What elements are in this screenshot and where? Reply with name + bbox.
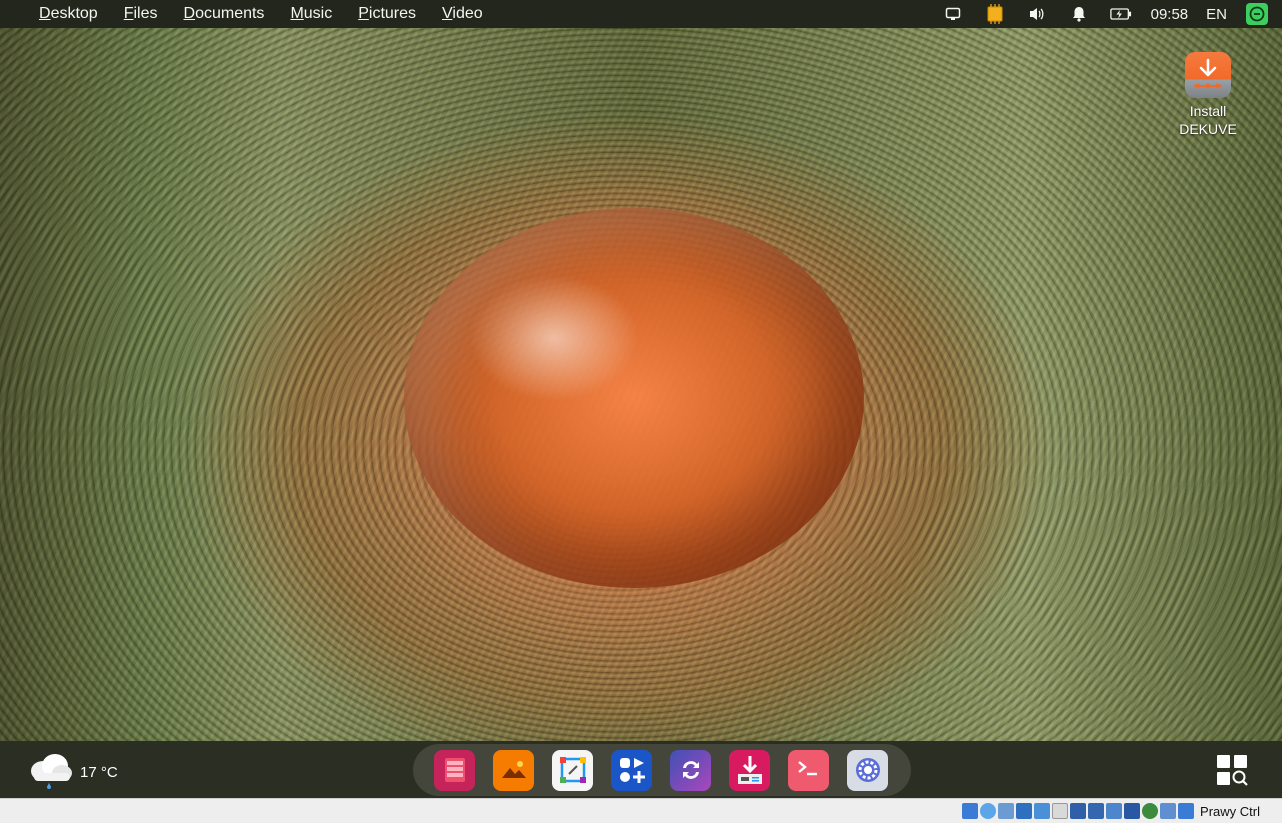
menu-pictures[interactable]: Pictures	[358, 0, 416, 28]
keyboard-layout[interactable]: EN	[1206, 6, 1227, 23]
recording-icon[interactable]	[1088, 803, 1105, 819]
mouse-integration-icon[interactable]	[1106, 803, 1123, 819]
battery-charging-icon[interactable]	[1109, 3, 1132, 25]
menu-music[interactable]: Music	[290, 0, 332, 28]
installer-package-icon	[737, 756, 762, 784]
guest-additions-icon[interactable]	[1160, 803, 1177, 819]
dock-terminal[interactable]	[788, 749, 829, 791]
top-panel: Desktop Files Documents Music Pictures V…	[0, 0, 1282, 28]
network-icon[interactable]	[1016, 803, 1033, 819]
menu-files[interactable]: Files	[124, 0, 158, 28]
wallpaper-glass-sphere	[404, 208, 864, 588]
sync-icon	[682, 761, 699, 779]
optical-drive-icon[interactable]	[980, 803, 997, 819]
weather-widget[interactable]: 17 °C	[28, 751, 118, 793]
menu-video[interactable]: Video	[442, 0, 483, 28]
clock[interactable]: 09:58	[1151, 6, 1189, 23]
terminal-icon	[797, 761, 817, 776]
screenshot-icon	[559, 757, 586, 783]
usb-icon[interactable]	[1034, 803, 1051, 819]
settings-gear-icon	[855, 758, 880, 782]
menu-documents[interactable]: Documents	[184, 0, 265, 28]
dock-archive-manager[interactable]	[434, 749, 475, 791]
display-icon[interactable]	[1070, 803, 1087, 819]
cpu-icon[interactable]	[984, 3, 1006, 25]
dock-image-viewer[interactable]	[493, 749, 534, 791]
app-grid-search-icon[interactable]	[1216, 754, 1248, 786]
dock-software-installer[interactable]	[729, 749, 770, 791]
desktop-icon-install-dekuve[interactable]: Install DEKUVE	[1175, 52, 1241, 138]
dock	[413, 744, 911, 796]
places-menu: Desktop Files Documents Music Pictures V…	[0, 0, 496, 28]
shared-folders-icon[interactable]	[1052, 803, 1069, 819]
cpu-activity-icon[interactable]	[1124, 803, 1141, 819]
desktop-icon-label: Install DEKUVE	[1179, 103, 1237, 137]
hdd-icon[interactable]	[962, 803, 979, 819]
audio-icon[interactable]	[998, 803, 1015, 819]
bottom-panel: 17 °C	[0, 741, 1282, 798]
dock-app-center[interactable]	[611, 749, 652, 791]
archive-icon	[444, 758, 465, 782]
weather-temperature: 17 °C	[80, 763, 118, 781]
dock-sync-tool[interactable]	[670, 749, 711, 791]
download-arrow-icon[interactable]	[1178, 803, 1195, 819]
bell-icon[interactable]	[1068, 3, 1090, 25]
vt-x-icon[interactable]	[1142, 803, 1159, 819]
dock-screenshot-tool[interactable]	[552, 749, 593, 791]
screen-icon[interactable]	[942, 3, 964, 25]
volume-icon[interactable]	[1026, 3, 1048, 25]
host-key-label: Prawy Ctrl	[1200, 803, 1260, 819]
app-center-icon	[619, 758, 645, 783]
vbox-status-bar: Prawy Ctrl	[0, 798, 1282, 823]
system-tray: 09:58 EN	[932, 0, 1282, 28]
rain-cloud-icon	[28, 751, 74, 793]
menu-desktop[interactable]: Desktop	[39, 0, 98, 28]
dock-settings[interactable]	[847, 749, 888, 791]
update-manager-icon[interactable]	[1246, 3, 1268, 25]
image-icon	[501, 761, 526, 778]
installer-icon	[1185, 52, 1231, 98]
